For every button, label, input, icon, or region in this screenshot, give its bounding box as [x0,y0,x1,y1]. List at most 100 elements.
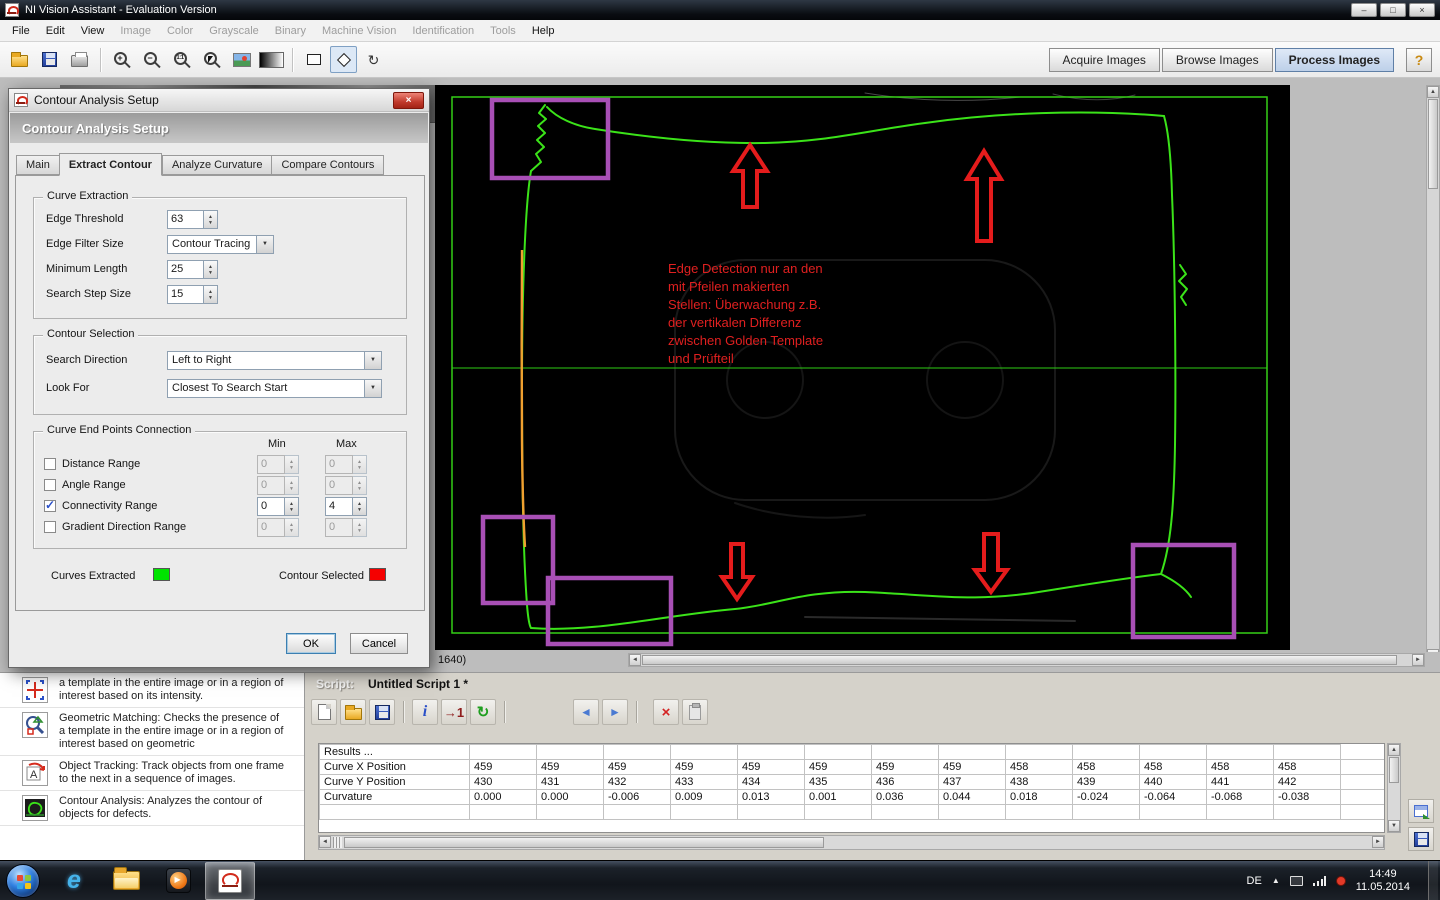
save-results-button[interactable] [1408,827,1434,851]
browse-images-button[interactable]: Browse Images [1162,48,1273,72]
start-button[interactable] [6,864,40,898]
zoom-tool-button[interactable] [198,46,225,73]
chevron-down-icon[interactable] [365,379,382,398]
scrollbar-thumb[interactable] [344,837,824,848]
scroll-up-arrow[interactable]: ▲ [1427,86,1439,98]
taskbar-item-vision-assistant[interactable] [205,862,255,900]
image-info-button[interactable] [228,46,255,73]
splitter-grip[interactable] [333,837,342,848]
scroll-right-arrow[interactable]: ► [1412,654,1424,666]
ok-button[interactable]: OK [286,633,336,654]
image-canvas[interactable]: Edge Detection nur an den mit Pfeilen ma… [435,85,1290,650]
edge-threshold-stepper[interactable]: 63 [167,210,218,229]
export-results-button[interactable] [1408,799,1434,823]
chevron-down-icon[interactable] [365,351,382,370]
help-button[interactable]: ? [1406,48,1432,72]
roi-rectangle-button[interactable] [300,46,327,73]
cancel-button[interactable]: Cancel [350,633,408,654]
scrollbar-thumb[interactable] [1389,757,1399,783]
step-back-button[interactable]: ◄ [573,699,599,725]
run-loop-button[interactable]: ↻ [470,699,496,725]
connectivity-range-min-stepper[interactable]: 0 [257,497,299,516]
gradient-direction-range-checkbox[interactable] [44,521,56,533]
palette-button[interactable] [258,46,285,73]
dialog-close-button[interactable]: × [393,92,424,109]
function-item-contour-analysis[interactable]: Contour Analysis: Analyzes the contour o… [0,791,304,826]
delete-step-button[interactable]: × [653,699,679,725]
function-item-pattern-matching[interactable]: a template in the entire image or in a r… [0,673,304,708]
show-desktop-button[interactable] [1428,861,1438,900]
zoom-in-button[interactable]: + [108,46,135,73]
spinner-arrows-icon[interactable] [285,497,299,516]
save-image-button[interactable] [36,46,63,73]
function-item-geometric-matching[interactable]: Geometric Matching: Checks the presence … [0,708,304,756]
display-tray-icon[interactable] [1290,876,1303,886]
search-direction-dropdown[interactable]: Left to Right [167,351,382,370]
scrollbar-thumb[interactable] [642,655,1397,665]
spinner-arrows-icon[interactable] [353,497,367,516]
scroll-left-arrow[interactable]: ◄ [319,836,331,848]
menu-help[interactable]: Help [524,22,563,40]
taskbar-item-media-player[interactable] [153,862,203,900]
menu-color: Color [159,22,201,40]
menu-view[interactable]: View [73,22,113,40]
zoom-1-1-button[interactable]: 1:1 [168,46,195,73]
keyboard-language[interactable]: DE [1247,875,1262,887]
notification-tray-icon[interactable] [1336,876,1346,886]
run-once-button[interactable]: →1 [441,699,467,725]
script-info-button[interactable]: i [412,699,438,725]
acquire-images-button[interactable]: Acquire Images [1049,48,1160,72]
edge-filter-size-dropdown[interactable]: Contour Tracing [167,235,274,254]
tray-expand-icon[interactable]: ▲ [1272,876,1280,885]
angle-range-checkbox[interactable] [44,479,56,491]
scroll-down-arrow[interactable]: ▼ [1388,820,1400,832]
results-vertical-scrollbar[interactable]: ▲ ▼ [1387,743,1401,833]
tab-analyze-curvature[interactable]: Analyze Curvature [162,155,272,175]
viewer-vertical-scrollbar[interactable]: ▲ ▼ [1426,85,1440,662]
spinner-arrows-icon[interactable] [204,285,218,304]
menu-edit[interactable]: Edit [38,22,73,40]
network-signal-icon[interactable] [1313,876,1326,886]
open-script-button[interactable] [340,699,366,725]
rotate-icon: ↻ [368,53,380,67]
function-item-object-tracking[interactable]: A Object Tracking: Track objects from on… [0,756,304,791]
dialog-titlebar[interactable]: Contour Analysis Setup × [9,89,429,112]
taskbar-item-explorer[interactable] [101,862,151,900]
scroll-right-arrow[interactable]: ► [1372,836,1384,848]
search-step-size-stepper[interactable]: 15 [167,285,218,304]
roi-diamond-button[interactable] [330,46,357,73]
minimize-button[interactable]: – [1351,3,1377,17]
minimum-length-stepper[interactable]: 25 [167,260,218,279]
connectivity-range-max-stepper[interactable]: 4 [325,497,367,516]
distance-range-checkbox[interactable] [44,458,56,470]
tab-extract-contour[interactable]: Extract Contour [59,153,162,176]
paste-step-button[interactable] [682,699,708,725]
tab-compare-contours[interactable]: Compare Contours [271,155,384,175]
results-horizontal-scrollbar[interactable]: ◄ ► [318,835,1385,850]
menu-file[interactable]: File [4,22,38,40]
connectivity-range-checkbox[interactable] [44,500,56,512]
scrollbar-thumb[interactable] [1428,99,1438,189]
tab-main[interactable]: Main [16,155,59,175]
print-button[interactable] [66,46,93,73]
clock[interactable]: 14:49 11.05.2014 [1356,868,1410,894]
new-script-button[interactable] [311,699,337,725]
scroll-left-arrow[interactable]: ◄ [629,654,641,666]
step-forward-button[interactable]: ► [602,699,628,725]
process-images-button[interactable]: Process Images [1275,48,1394,72]
look-for-dropdown[interactable]: Closest To Search Start [167,379,382,398]
folder-icon [113,871,140,890]
spinner-arrows-icon[interactable] [204,210,218,229]
spinner-arrows-icon[interactable] [204,260,218,279]
taskbar-item-internet-explorer[interactable]: e [49,862,99,900]
open-image-button[interactable] [6,46,33,73]
scroll-up-arrow[interactable]: ▲ [1388,744,1400,756]
zoom-out-button[interactable]: − [138,46,165,73]
search-step-size-label: Search Step Size [46,288,131,300]
maximize-button[interactable]: □ [1380,3,1406,17]
close-button[interactable]: × [1409,3,1435,17]
save-script-button[interactable] [369,699,395,725]
viewer-horizontal-scrollbar[interactable]: ◄ ► [628,653,1425,667]
rotate-roi-button[interactable]: ↻ [360,46,387,73]
chevron-down-icon[interactable] [257,235,274,254]
